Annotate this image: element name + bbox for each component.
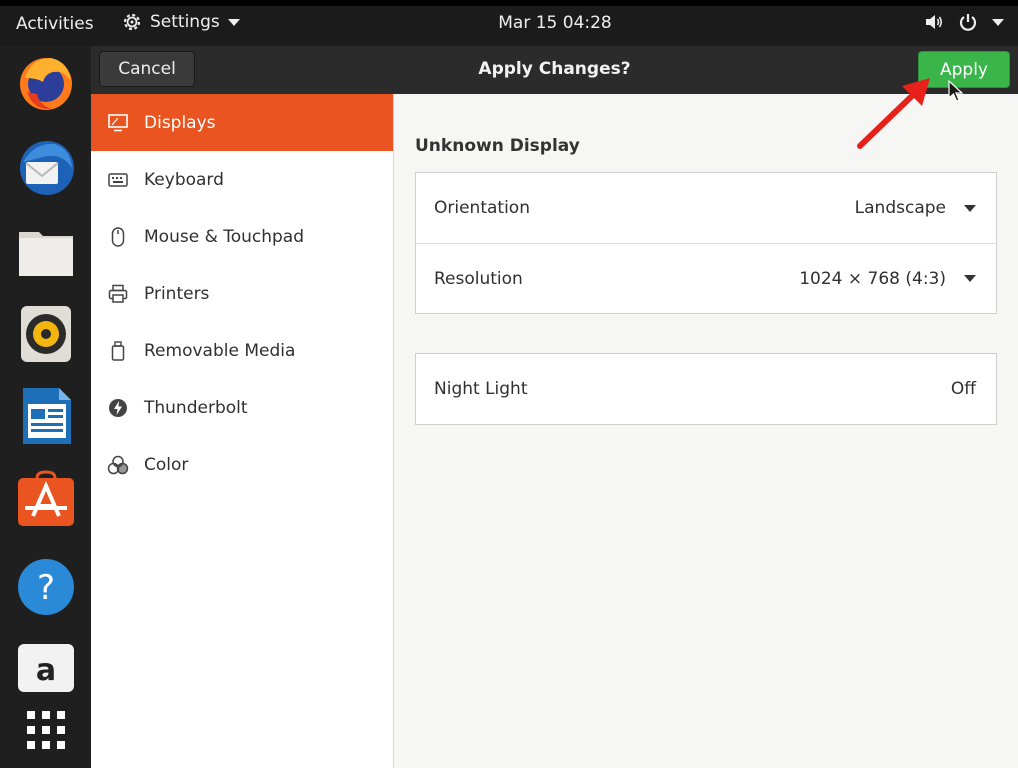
chevron-down-icon	[992, 18, 1004, 26]
top-bar: Activities Settings Mar 15 04:28	[0, 0, 1018, 46]
display-icon	[107, 112, 129, 134]
orientation-row[interactable]: Orientation Landscape	[416, 173, 996, 243]
clock[interactable]: Mar 15 04:28	[498, 13, 612, 33]
sidebar-item-label: Color	[144, 454, 189, 475]
night-light-value: Off	[950, 379, 976, 399]
thunderbolt-icon	[107, 397, 129, 419]
night-light-row[interactable]: Night Light Off	[416, 354, 996, 424]
sidebar-item-mouse-touchpad[interactable]: Mouse & Touchpad	[91, 208, 393, 265]
sidebar-item-label: Mouse & Touchpad	[144, 226, 305, 247]
svg-text:a: a	[36, 653, 56, 688]
color-icon	[107, 454, 129, 476]
sidebar-item-label: Displays	[144, 112, 216, 133]
chevron-down-icon	[964, 204, 976, 212]
svg-text:?: ?	[37, 568, 55, 608]
app-menu[interactable]: Settings	[122, 12, 240, 32]
chevron-down-icon	[227, 18, 240, 26]
gear-icon	[123, 13, 141, 31]
power-icon	[959, 14, 977, 31]
sidebar-item-color[interactable]: Color	[91, 436, 393, 493]
orientation-value: Landscape	[854, 198, 946, 218]
system-menu[interactable]	[924, 12, 1004, 32]
orientation-label: Orientation	[434, 198, 530, 218]
files-icon[interactable]	[15, 220, 77, 282]
display-settings-panel: Unknown Display Orientation Landscape Re…	[394, 94, 1018, 768]
night-light-frame: Night Light Off	[415, 353, 997, 425]
sidebar-item-removable-media[interactable]: Removable Media	[91, 322, 393, 379]
resolution-value: 1024 × 768 (4:3)	[799, 268, 946, 289]
sidebar-item-label: Thunderbolt	[144, 397, 248, 418]
amazon-icon[interactable]: a	[15, 636, 77, 698]
software-center-icon[interactable]	[15, 468, 77, 530]
display-name: Unknown Display	[415, 136, 580, 156]
help-icon[interactable]: ?	[15, 556, 77, 618]
sidebar-item-printers[interactable]: Printers	[91, 265, 393, 322]
resolution-label: Resolution	[434, 268, 523, 289]
resolution-row[interactable]: Resolution 1024 × 768 (4:3)	[416, 243, 996, 313]
chevron-down-icon	[964, 275, 976, 282]
activities-button[interactable]: Activities	[16, 14, 94, 34]
annotation-arrow	[857, 78, 930, 149]
app-menu-label: Settings	[150, 12, 220, 32]
dock: ? a	[0, 46, 91, 768]
sidebar-item-thunderbolt[interactable]: Thunderbolt	[91, 379, 393, 436]
sidebar-item-keyboard[interactable]: Keyboard	[91, 151, 393, 208]
settings-sidebar: Displays Keyboard Mouse & Touchpad Print…	[91, 94, 394, 768]
thunderbird-icon[interactable]	[15, 136, 77, 198]
night-light-label: Night Light	[434, 379, 528, 399]
sidebar-item-label: Removable Media	[144, 340, 296, 361]
mouse-icon	[107, 226, 129, 248]
rhythmbox-icon[interactable]	[15, 302, 77, 364]
printer-icon	[107, 283, 129, 305]
show-applications-icon[interactable]	[15, 702, 77, 764]
writer-icon[interactable]	[15, 384, 77, 446]
mouse-cursor-icon	[948, 80, 964, 102]
firefox-icon[interactable]	[15, 52, 77, 114]
sidebar-item-label: Keyboard	[144, 169, 224, 190]
volume-icon	[926, 15, 943, 29]
display-options-frame: Orientation Landscape Resolution 1024 × …	[415, 172, 997, 314]
cancel-button[interactable]: Cancel	[99, 51, 195, 87]
sidebar-item-label: Printers	[144, 283, 210, 304]
keyboard-icon	[107, 169, 129, 191]
sidebar-item-displays[interactable]: Displays	[91, 94, 393, 151]
usb-drive-icon	[107, 340, 129, 362]
